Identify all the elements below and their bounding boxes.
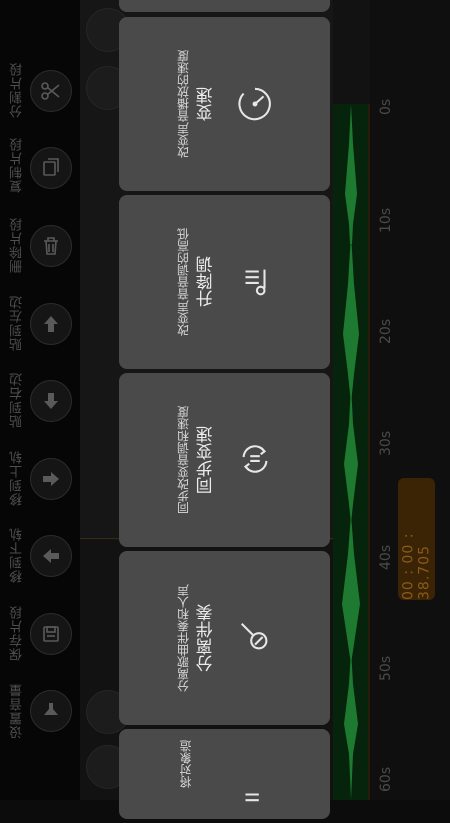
scissors-icon xyxy=(41,82,60,100)
microphone-icon xyxy=(240,622,268,650)
pitch-icon xyxy=(245,269,266,296)
copy-segment-label: 复制片段 xyxy=(10,137,25,193)
split-segment-label: 分割片段 xyxy=(10,62,25,118)
menu-card-description: 改变声音播放的速度 xyxy=(176,50,191,158)
move-up-track-button[interactable] xyxy=(30,458,72,500)
menu-card-partial[interactable] xyxy=(119,729,330,819)
move-down-track-label: 移到下轨 xyxy=(10,527,25,583)
paste-right-button[interactable] xyxy=(30,380,72,422)
menu-card-title: 分离伴奏 xyxy=(196,604,217,672)
paste-right-label: 贴到右边 xyxy=(10,372,25,428)
set-volume-button[interactable] xyxy=(30,690,72,732)
ruler-tick-label: 50s xyxy=(378,655,394,681)
save-segment-button[interactable] xyxy=(30,613,72,655)
copy-segment-button[interactable] xyxy=(30,147,72,189)
paste-left-label: 贴到左边 xyxy=(10,295,25,351)
ruler-tick-label: 20s xyxy=(378,318,394,344)
waveform-graphic xyxy=(342,104,360,800)
menu-card-separate-vocals[interactable] xyxy=(119,551,330,725)
split-segment-button[interactable] xyxy=(30,70,72,112)
sync-icon xyxy=(242,445,268,473)
menu-card-description: 分离歌曲伴奏和人声 xyxy=(176,584,191,692)
audio-waveform[interactable] xyxy=(333,104,370,800)
menu-card-title: 变速 xyxy=(196,87,217,121)
arrow-left-icon xyxy=(43,549,59,563)
menu-card-title: 升降调 xyxy=(196,256,217,308)
save-segment-label: 保存片段 xyxy=(10,605,25,661)
delete-segment-button[interactable] xyxy=(30,225,72,267)
trash-icon xyxy=(44,237,58,255)
menu-card-title: 同步变速 xyxy=(196,426,217,494)
arrow-right-icon xyxy=(43,472,59,486)
menu-card-speed[interactable] xyxy=(119,17,330,191)
arrow-up-icon xyxy=(44,316,58,332)
delete-segment-label: 删除片段 xyxy=(10,217,25,273)
ruler-tick-label: 10s xyxy=(378,207,394,233)
partial-icon xyxy=(245,793,259,802)
paste-left-button[interactable] xyxy=(30,303,72,345)
menu-card-top-partial[interactable] xyxy=(119,0,330,12)
menu-card-pitch[interactable] xyxy=(119,195,330,369)
volume-icon xyxy=(44,703,58,715)
arrow-down-icon xyxy=(44,393,58,409)
copy-icon xyxy=(43,158,59,176)
ruler-tick-label: 30s xyxy=(378,430,394,456)
current-time-badge: 00 : 00 : 38.705 xyxy=(398,478,435,600)
set-volume-label: 设置音量 xyxy=(10,683,25,739)
move-down-track-button[interactable] xyxy=(30,535,72,577)
speed-gauge-icon xyxy=(238,87,271,121)
ruler-tick-label: 60s xyxy=(378,766,394,792)
ruler-tick-label: 0s xyxy=(378,98,394,116)
save-icon xyxy=(43,626,59,642)
move-up-track-label: 移到上轨 xyxy=(10,450,25,506)
menu-card-description: 将对象造 xyxy=(179,740,193,789)
menu-card-description: 改变声音音调的高低 xyxy=(176,228,191,336)
menu-card-sync-speed[interactable] xyxy=(119,373,330,547)
menu-card-description: 同步改变音调和速度 xyxy=(176,406,191,514)
